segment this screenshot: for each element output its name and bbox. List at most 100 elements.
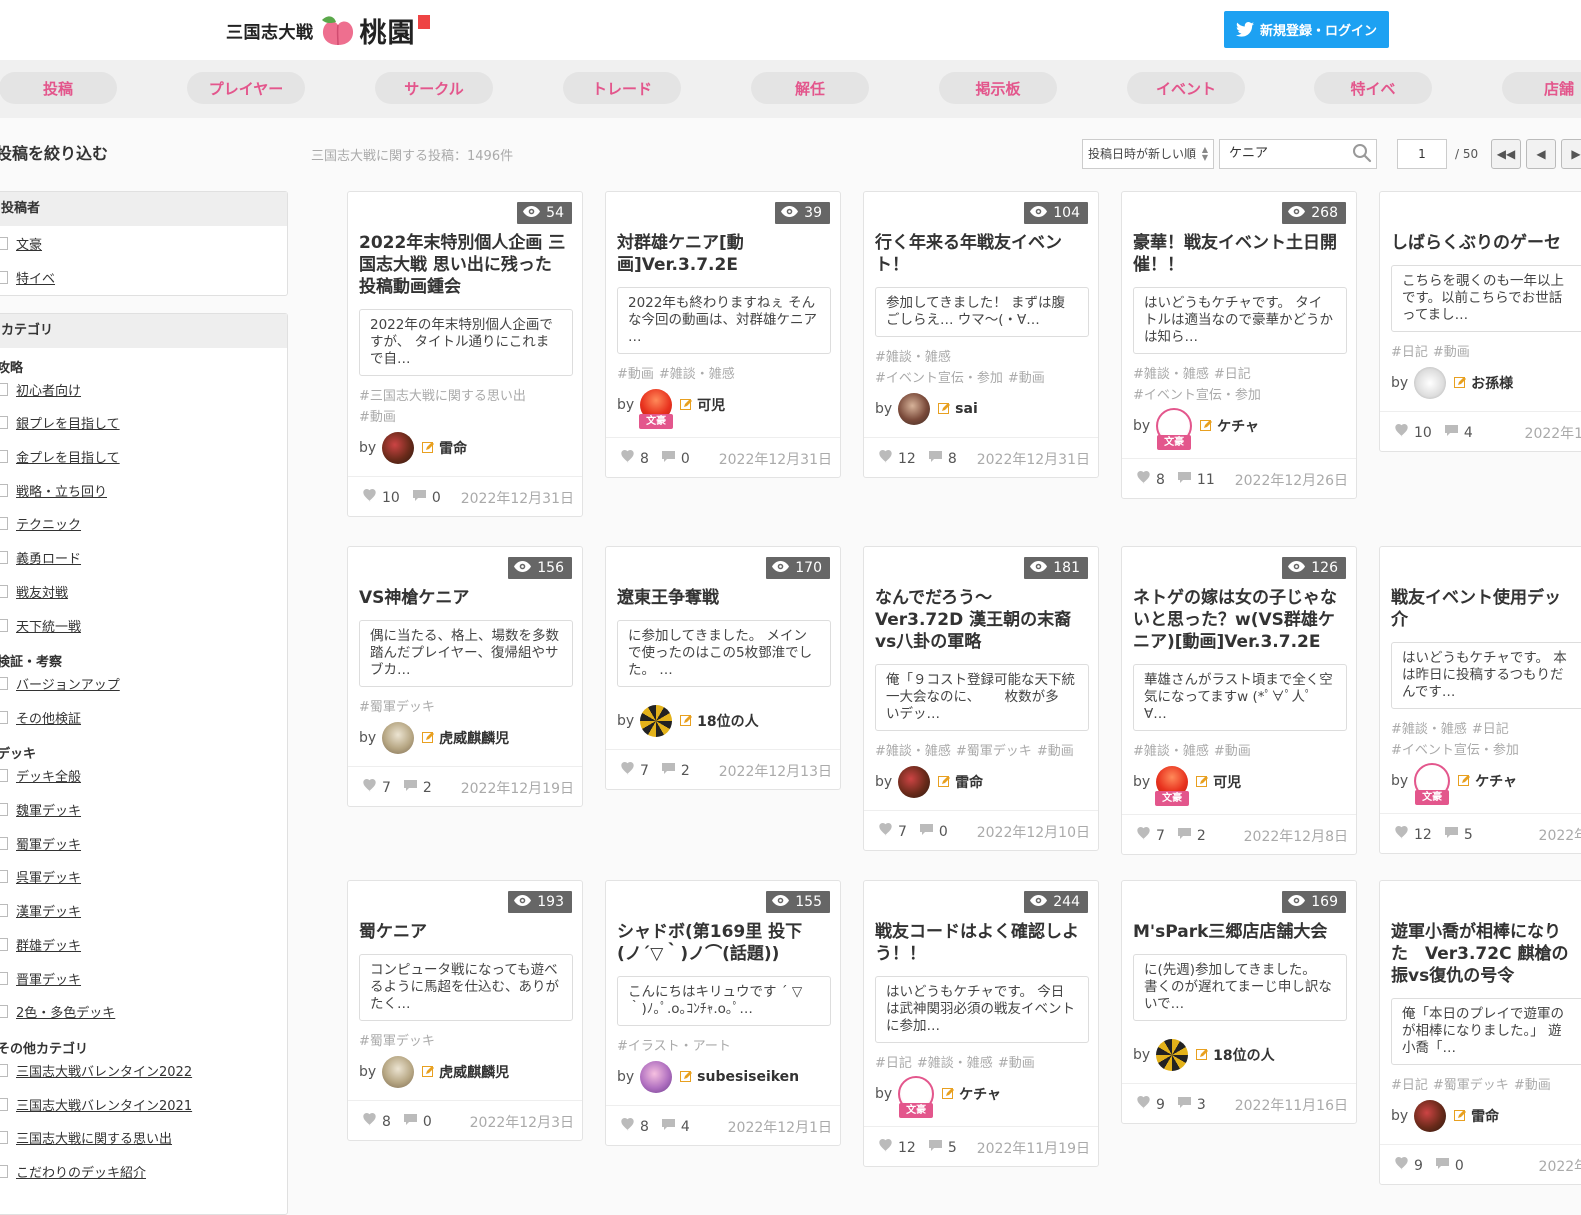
like-count[interactable]: 8 [620,1118,649,1135]
avatar[interactable] [640,705,673,737]
checkbox[interactable] [0,1063,8,1077]
avatar[interactable] [898,766,931,798]
tag-link[interactable]: #イベント宣伝・参加 [875,371,1003,386]
next-page-button[interactable]: ▶ [1561,139,1581,169]
tag-link[interactable]: #蜀軍デッキ [1433,1078,1509,1093]
login-button[interactable]: 新規登録・ログイン [1224,11,1389,48]
tag-link[interactable]: #蜀軍デッキ [359,700,435,715]
avatar[interactable] [1156,1039,1189,1071]
checkbox[interactable] [0,618,8,632]
like-count[interactable]: 8 [620,450,649,467]
author-name[interactable]: 雷命 [1471,1106,1499,1126]
checkbox[interactable] [0,903,8,917]
post-title[interactable]: 蜀ケニア [359,921,577,943]
checkbox[interactable] [0,236,8,250]
filter-category[interactable]: 三国志大戦バレンタイン2022 [0,1060,192,1080]
tag-link[interactable]: #動画 [1514,1078,1551,1093]
post-card[interactable]: 169 M'sPark三郷店店舗大会 に(先週)参加してきました。 書くのが遅れてまー… [1121,880,1357,1124]
tag-link[interactable]: #雑談・雑感 [1391,722,1467,737]
author-name[interactable]: 雷命 [439,438,467,458]
checkbox[interactable] [0,483,8,497]
post-title[interactable]: 遼東王争奪戦 [617,587,835,609]
filter-label[interactable]: 漢軍デッキ [16,901,81,920]
tag-link[interactable]: #雑談・雑感 [1133,744,1209,759]
filter-category[interactable]: 戦友対戦 [0,581,68,601]
post-card[interactable]: 126 ネトゲの嫁は女の子じゃな いと思った？w(VS群雄ケ ニア)[動画]Ver.3… [1121,546,1357,855]
nav-events[interactable]: イベント [1127,72,1245,104]
filter-label[interactable]: 天下統一戦 [16,616,81,635]
filter-label[interactable]: その他検証 [16,708,81,727]
filter-label[interactable]: 呉軍デッキ [16,867,81,886]
post-title[interactable]: ネトゲの嫁は女の子じゃな いと思った？w(VS群雄ケ ニア)[動画]Ver.3.7.… [1133,587,1351,653]
nav-circles[interactable]: サークル [375,72,493,104]
author-name[interactable]: ケチャ [1475,771,1517,791]
filter-category[interactable]: 晋軍デッキ [0,968,81,988]
tag-link[interactable]: #動画 [1037,744,1074,759]
post-card[interactable]: しばらくぶりのゲーセ こちらを覗くのも一年以上 です。以前こちらでお世話 ってまし… #… [1379,191,1581,452]
post-card[interactable]: 181 なんでだろう〜 Ver3.72D 漢王朝の末裔 vs八卦の軍略 俺「９コスト登録… [863,546,1099,851]
checkbox[interactable] [0,869,8,883]
filter-category[interactable]: 漢軍デッキ [0,900,81,920]
first-page-button[interactable]: ◀◀ [1491,139,1521,169]
like-count[interactable]: 12 [878,1139,916,1156]
filter-category[interactable]: 蜀軍デッキ [0,833,81,853]
tag-link[interactable]: #雑談・雑感 [917,1056,993,1071]
like-count[interactable]: 12 [1394,826,1432,843]
avatar[interactable]: 文豪 [1155,766,1190,806]
filter-label[interactable]: 蜀軍デッキ [16,834,81,853]
search-icon[interactable] [1352,143,1372,163]
tag-link[interactable]: #日記 [1391,1078,1428,1093]
like-count[interactable]: 10 [1394,424,1432,441]
filter-category[interactable]: デッキ全般 [0,765,81,785]
checkbox[interactable] [0,836,8,850]
filter-category[interactable]: 三国志大戦に関する思い出 [0,1127,172,1147]
filter-category[interactable]: 2色・多色デッキ [0,1001,115,1021]
filter-label[interactable]: バージョンアップ [16,674,120,693]
author-name[interactable]: 虎威麒麟児 [439,1062,509,1082]
checkbox[interactable] [0,710,8,724]
tag-link[interactable]: #動画 [1433,345,1470,360]
like-count[interactable]: 7 [1136,827,1165,844]
filter-label[interactable]: 義勇ロード [16,548,81,567]
avatar[interactable] [1414,1100,1447,1132]
tag-link[interactable]: #動画 [1008,371,1045,386]
author-name[interactable]: 可児 [1213,772,1241,792]
filter-category[interactable]: 魏軍デッキ [0,799,81,819]
post-title[interactable]: 行く年来る年戦友イベン ト！ [875,232,1093,276]
post-card[interactable]: 戦友イベント使用デッ介はいどうもケチャです。 本は昨日に投稿するつもりだ んです…… [1379,546,1581,854]
tag-link[interactable]: #動画 [617,367,654,382]
checkbox[interactable] [0,676,8,690]
checkbox[interactable] [0,802,8,816]
site-logo[interactable]: 三国志大戦 桃園 [226,8,430,52]
filter-category[interactable]: 義勇ロード [0,547,81,567]
filter-poster-tokuibe[interactable]: 特イベ [0,267,55,287]
checkbox[interactable] [0,971,8,985]
tag-link[interactable]: #日記 [1472,722,1509,737]
checkbox[interactable] [0,270,8,284]
post-card[interactable]: 156 VS神槍ケニア 偶に当たる、格上、場数を多数 踏んだプレイヤー、復帰組やサ ブカ… [347,546,583,807]
checkbox[interactable] [0,516,8,530]
filter-category[interactable]: 銀プレを目指して [0,412,120,432]
tag-link[interactable]: #雑談・雑感 [875,350,951,365]
avatar[interactable]: 文豪 [898,1076,935,1118]
post-card[interactable]: 54 2022年末特別個人企画 三国志大戦 思い出に残った 投稿動画鍾会 2022年の… [347,191,583,517]
tag-link[interactable]: #蜀軍デッキ [956,744,1032,759]
prev-page-button[interactable]: ◀ [1526,139,1556,169]
tag-link[interactable]: #雑談・雑感 [1133,367,1209,382]
post-title[interactable]: 戦友コードはよく確認しよ う！！ [875,921,1093,965]
filter-label[interactable]: 晋軍デッキ [16,969,81,988]
like-count[interactable]: 12 [878,450,916,467]
tag-link[interactable]: #イベント宣伝・参加 [1391,743,1519,758]
filter-category[interactable]: 群雄デッキ [0,934,81,954]
filter-category[interactable]: 金プレを目指して [0,446,120,466]
like-count[interactable]: 7 [878,823,907,840]
nav-board[interactable]: 掲示板 [939,72,1057,104]
post-card[interactable]: 155 シャドボ(第169里 投下 (ノ´▽｀)ノ⌒(話題)) こんにちはキリュウです… [605,880,841,1146]
like-count[interactable]: 10 [362,489,400,506]
nav-players[interactable]: プレイヤー [187,72,305,104]
avatar[interactable]: 文豪 [1156,408,1193,450]
avatar[interactable] [382,432,415,464]
post-card[interactable]: 104 行く年来る年戦友イベン ト！ 参加してきました！ まずは腹 ごしらえ… ウマ〜(… [863,191,1099,478]
post-title[interactable]: なんでだろう〜 Ver3.72D 漢王朝の末裔 vs八卦の軍略 [875,587,1093,653]
like-count[interactable]: 8 [362,1113,391,1130]
